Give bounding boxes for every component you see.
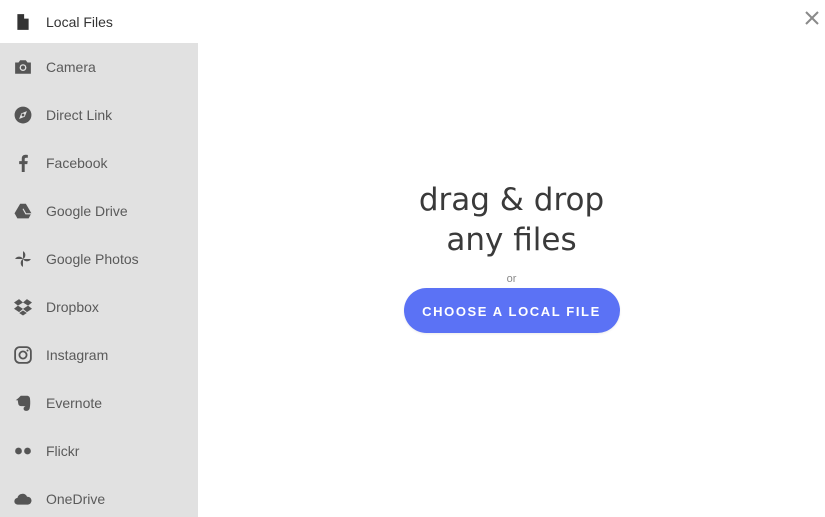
sidebar-item-label: Google Photos [46,251,139,267]
facebook-icon [12,152,34,174]
sidebar-item-label: Evernote [46,395,103,411]
sidebar-item-flickr[interactable]: Flickr [0,427,198,475]
sidebar-item-label: Local Files [46,13,113,30]
sidebar-item-evernote[interactable]: Evernote [0,379,198,427]
sidebar-item-local-files[interactable]: Local Files [0,0,198,43]
close-icon [805,11,819,25]
sidebar-item-label: OneDrive [46,491,106,507]
choose-local-file-button[interactable]: CHOOSE A LOCAL FILE [403,288,620,333]
evernote-icon [12,392,34,414]
sidebar-item-google-drive[interactable]: Google Drive [0,187,198,235]
or-separator: or [506,273,517,285]
sidebar-item-dropbox[interactable]: Dropbox [0,283,198,331]
google-photos-icon [12,248,34,270]
instagram-icon [12,344,34,366]
sidebar-item-label: Direct Link [46,107,113,123]
sidebar-item-label: Flickr [46,443,80,459]
camera-icon [12,56,34,78]
sidebar-item-direct-link[interactable]: Direct Link [0,91,198,139]
sidebar-item-label: Camera [46,59,96,75]
sidebar-item-label: Google Drive [46,203,128,219]
onedrive-icon [12,488,34,510]
dropbox-icon [12,296,34,318]
source-sidebar: Local Files Camera Direct Link Facebook [0,0,198,517]
sidebar-item-google-photos[interactable]: Google Photos [0,235,198,283]
sidebar-item-onedrive[interactable]: OneDrive [0,475,198,517]
upload-panel: drag & drop any files or CHOOSE A LOCAL … [198,0,825,517]
compass-icon [12,104,34,126]
drop-title: drag & drop any files [198,180,825,260]
sidebar-item-label: Instagram [46,347,109,363]
sidebar-item-camera[interactable]: Camera [0,43,198,91]
drop-zone[interactable]: drag & drop any files or CHOOSE A LOCAL … [198,180,825,333]
sidebar-item-label: Dropbox [46,299,99,315]
close-button[interactable] [803,9,821,27]
sidebar-item-instagram[interactable]: Instagram [0,331,198,379]
sidebar-item-facebook[interactable]: Facebook [0,139,198,187]
google-drive-icon [12,200,34,222]
drop-title-line2: any files [446,222,577,258]
drop-title-line1: drag & drop [418,182,605,218]
flickr-icon [12,440,34,462]
file-icon [12,11,34,33]
sidebar-item-label: Facebook [46,155,108,171]
file-picker-dialog: Local Files Camera Direct Link Facebook [0,0,825,517]
